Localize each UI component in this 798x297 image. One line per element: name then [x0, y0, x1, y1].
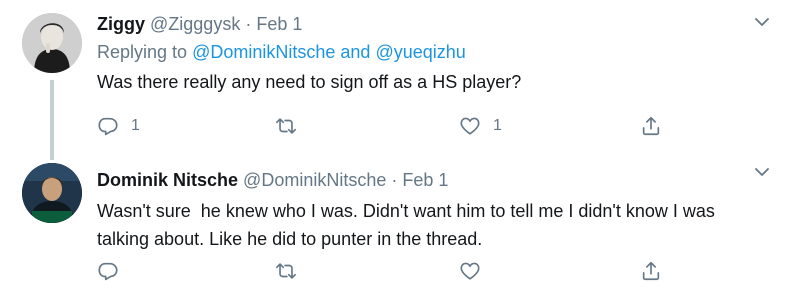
- like-icon: [460, 117, 480, 135]
- tweet-content: Dominik Nitsche @DominikNitsche · Feb 1 …: [97, 169, 768, 253]
- retweet-button[interactable]: [275, 258, 309, 284]
- share-button[interactable]: [640, 113, 662, 139]
- display-name[interactable]: Dominik Nitsche: [97, 170, 238, 190]
- tweet-header: Dominik Nitsche @DominikNitsche · Feb 1: [97, 169, 768, 191]
- tweet-text: Wasn't sure he knew who I was. Didn't wa…: [97, 201, 720, 249]
- tweet-ziggy[interactable]: Ziggy @Zigggysk · Feb 1 Replying to @Dom…: [0, 0, 798, 160]
- retweet-button[interactable]: [275, 113, 309, 139]
- replying-and[interactable]: and: [340, 42, 370, 62]
- like-button[interactable]: 1: [459, 113, 502, 139]
- chevron-down-icon[interactable]: [754, 166, 770, 178]
- replying-prefix: Replying to: [97, 42, 188, 62]
- replying-user-link[interactable]: @yueqizhu: [375, 42, 465, 62]
- tweet-actions: [97, 258, 697, 284]
- separator-dot: ·: [391, 170, 398, 190]
- tweet-dominik-nitsche[interactable]: Dominik Nitsche @DominikNitsche · Feb 1 …: [0, 150, 798, 297]
- replying-to: Replying to @DominikNitsche and @yueqizh…: [97, 40, 768, 64]
- like-button[interactable]: [459, 258, 493, 284]
- like-icon: [460, 262, 480, 280]
- avatar-ziggy[interactable]: [22, 13, 82, 73]
- reply-button[interactable]: [97, 258, 131, 284]
- chevron-down-icon[interactable]: [754, 16, 770, 28]
- tweet-date[interactable]: Feb 1: [402, 170, 448, 190]
- reply-icon: [98, 117, 118, 136]
- separator-dot: ·: [245, 14, 252, 34]
- share-icon: [642, 261, 660, 281]
- user-handle[interactable]: @Zigggysk: [150, 14, 240, 34]
- replying-user-link[interactable]: @DominikNitsche: [192, 42, 335, 62]
- share-icon: [642, 116, 660, 136]
- reply-icon: [98, 262, 118, 281]
- like-count: 1: [493, 117, 502, 134]
- retweet-icon: [276, 118, 296, 134]
- tweet-actions: 1 1: [97, 113, 697, 139]
- reply-count: 1: [131, 117, 140, 134]
- avatar-dominik-nitsche[interactable]: [22, 163, 82, 223]
- user-handle[interactable]: @DominikNitsche: [243, 170, 386, 190]
- display-name[interactable]: Ziggy: [97, 14, 145, 34]
- thread-line: [50, 80, 54, 160]
- tweet-date[interactable]: Feb 1: [256, 14, 302, 34]
- tweet-header: Ziggy @Zigggysk · Feb 1: [97, 13, 768, 35]
- tweet-text: Was there really any need to sign off as…: [97, 72, 522, 92]
- tweet-content: Ziggy @Zigggysk · Feb 1 Replying to @Dom…: [97, 13, 768, 96]
- retweet-icon: [276, 263, 296, 279]
- share-button[interactable]: [640, 258, 662, 284]
- reply-button[interactable]: 1: [97, 113, 140, 139]
